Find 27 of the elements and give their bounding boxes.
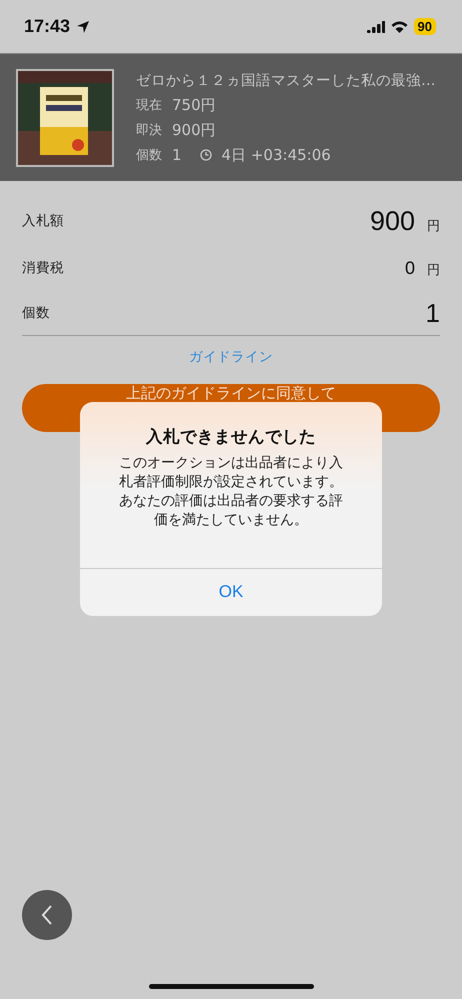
alert-message: このオークションは出品者により入札者評価制限が設定されています。あなたの評価は出品者の要求する評価を満たしていません。 — [118, 454, 344, 530]
ok-button[interactable]: OK — [80, 568, 382, 616]
time-left: 4日 +03:45:06 — [222, 146, 331, 164]
alert-title: 入札できませんでした — [144, 426, 317, 448]
item-title: ゼロから１２ヵ国語マスターした私の最強… — [136, 72, 436, 90]
location-arrow-icon — [76, 20, 90, 34]
wifi-icon — [390, 20, 408, 32]
amount-value: 900 — [370, 206, 415, 236]
field-label: 入札額 — [22, 212, 64, 230]
currency-unit: 円 — [427, 218, 440, 234]
currency-unit: 円 — [427, 262, 440, 278]
quantity-input-field[interactable]: 個数 1 — [22, 291, 440, 336]
price-label: 現在 — [136, 97, 162, 114]
amount-value: 0 — [404, 258, 415, 278]
clock-icon — [200, 149, 212, 161]
status-time: 17:43 — [24, 16, 70, 37]
battery-level: 90 — [414, 18, 436, 35]
price-value: 750円 — [172, 96, 216, 114]
field-label: 消費税 — [22, 259, 64, 277]
price-value: 900円 — [172, 120, 216, 140]
signal-icon — [366, 20, 385, 32]
quantity-value: 1 — [172, 146, 182, 164]
back-button[interactable] — [22, 890, 72, 940]
guideline-link[interactable]: ガイドライン — [22, 348, 440, 366]
chevron-left-icon — [41, 904, 53, 926]
price-label: 即決 — [136, 122, 162, 139]
quantity-label: 個数 — [136, 147, 162, 164]
